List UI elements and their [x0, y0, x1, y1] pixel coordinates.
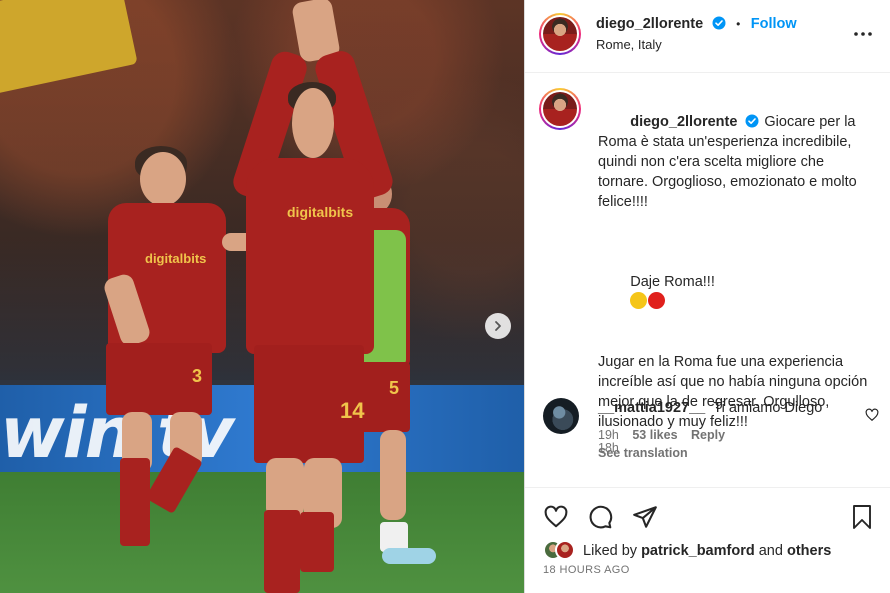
comment-time[interactable]: 19h [598, 428, 619, 442]
more-options-icon[interactable] [853, 24, 873, 44]
yellow-circle-emoji [630, 292, 648, 309]
comment-text: Ti amiamo Diego [713, 400, 823, 416]
post-header: diego_2llorente • Follow Rome, Italy [525, 0, 890, 73]
post-timestamp[interactable]: 18 HOURS AGO [543, 564, 630, 576]
comment-likes[interactable]: 53 likes [632, 428, 677, 442]
liked-by-prefix: Liked by [583, 543, 638, 559]
center-player-number: 14 [340, 398, 365, 423]
chevron-right-icon [495, 321, 501, 331]
verified-badge-icon [712, 16, 726, 30]
comment-icon[interactable] [587, 504, 613, 530]
comment-reply-button[interactable]: Reply [691, 428, 725, 442]
caption-avatar[interactable] [539, 88, 581, 130]
right-player-number: 5 [389, 378, 400, 398]
post-location[interactable]: Rome, Italy [596, 37, 662, 52]
commenter-username[interactable]: __mattia1927__ [598, 400, 705, 416]
left-player-sponsor: digitalbits [145, 251, 207, 266]
likes-summary: Liked by patrick_bamford and others [543, 540, 831, 560]
next-image-button[interactable] [485, 313, 511, 339]
caption-username[interactable]: diego_2llorente [630, 114, 737, 130]
liked-by-user[interactable]: patrick_bamford [641, 543, 755, 559]
post-side-panel: diego_2llorente • Follow Rome, Italy die… [524, 0, 890, 593]
liker-avatar[interactable] [555, 540, 575, 560]
verified-badge-icon [745, 114, 759, 128]
left-player-number: 3 [192, 366, 203, 386]
caption-daje: Daje Roma!!! [630, 274, 715, 290]
pitch [0, 472, 524, 593]
follow-button[interactable]: Follow [751, 16, 797, 32]
commenter-avatar[interactable] [543, 398, 579, 434]
bookmark-icon[interactable] [850, 504, 874, 530]
comment-like-heart-icon[interactable] [865, 408, 879, 422]
see-translation-link[interactable]: See translation [598, 446, 688, 460]
red-circle-emoji [648, 292, 666, 309]
author-username[interactable]: diego_2llorente [596, 16, 703, 32]
liked-by-others[interactable]: others [787, 543, 831, 559]
post-actions: Liked by patrick_bamford and others 18 H… [525, 487, 890, 593]
post-photo[interactable]: win.tv digitalbits 3 5 digitalbits 14 [0, 0, 524, 593]
send-icon[interactable] [632, 504, 658, 530]
heart-icon[interactable] [543, 504, 569, 530]
center-player-sponsor: digitalbits [287, 204, 354, 220]
caption-spanish: Jugar en la Roma fue una experiencia inc… [598, 354, 872, 430]
liked-by-conj: and [758, 543, 783, 559]
author-avatar[interactable] [539, 13, 581, 55]
header-separator: • [736, 17, 741, 31]
